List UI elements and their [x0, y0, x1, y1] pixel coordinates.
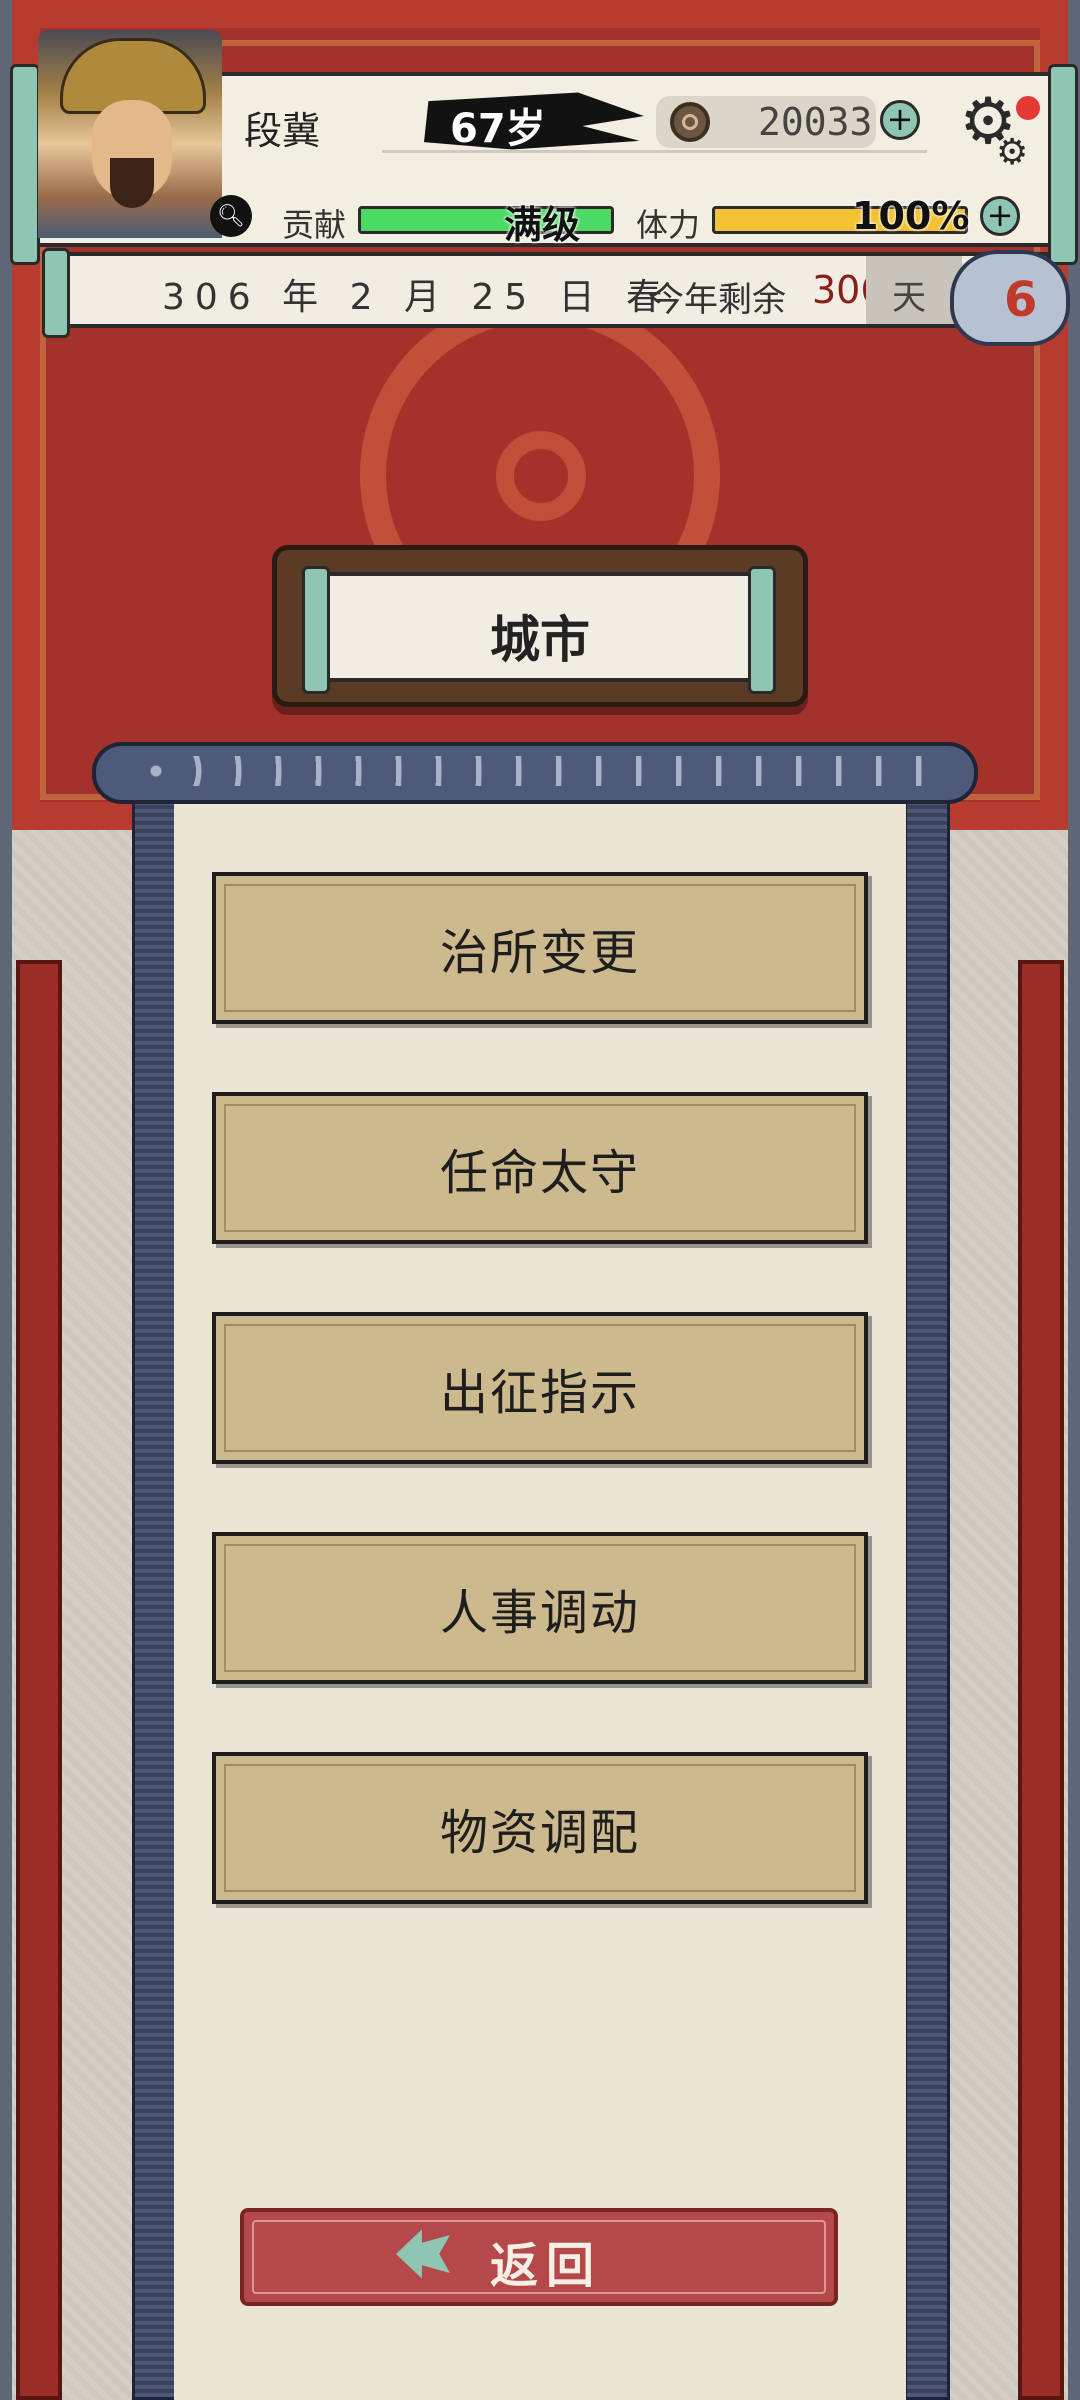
scroll-border-left [132, 800, 178, 2400]
remaining-days-unit: 天 [892, 278, 926, 318]
cloud-badge-count: 6 [1004, 272, 1038, 328]
player-age: 67岁 [450, 106, 546, 152]
coin-icon [670, 102, 710, 142]
stamina-value: 100% [852, 194, 970, 238]
back-button-label: 返回 [490, 2238, 603, 2294]
page-title: 城市 [490, 611, 590, 669]
coin-count: 20033 [758, 100, 873, 144]
campaign-orders-button[interactable]: 出征指示 [212, 1312, 868, 1464]
add-stamina-button[interactable]: + [980, 196, 1020, 236]
gear-small-icon: ⚙ [996, 132, 1029, 173]
player-name: 段冀 [244, 109, 321, 153]
left-red-pillar [16, 960, 62, 2400]
remaining-days-label: 今年剩余 [650, 280, 786, 320]
personnel-transfer-button[interactable]: 人事调动 [212, 1532, 868, 1684]
add-coins-button[interactable]: + [880, 100, 920, 140]
scroll-roller-left [10, 64, 40, 265]
scroll-roller-right [1048, 64, 1078, 265]
current-date: 306 年 2 月 25 日 春 [162, 277, 673, 318]
search-icon[interactable]: 🔍︎ [210, 195, 252, 237]
supply-allocation-button[interactable]: 物资调配 [212, 1752, 868, 1904]
stamina-label: 体力 [636, 206, 701, 244]
notification-dot [1016, 96, 1040, 120]
beard-art [110, 158, 154, 208]
header-divider [382, 150, 927, 153]
appoint-governor-button[interactable]: 任命太守 [212, 1092, 868, 1244]
contribution-value: 满级 [504, 203, 581, 247]
player-avatar[interactable] [38, 30, 222, 238]
contribution-label: 贡献 [282, 206, 347, 244]
date-bar-roller [42, 248, 70, 338]
right-red-pillar [1018, 960, 1064, 2400]
scroll-top-roller [92, 742, 978, 804]
relocate-capital-button[interactable]: 治所变更 [212, 872, 868, 1024]
scroll-border-right [904, 800, 950, 2400]
